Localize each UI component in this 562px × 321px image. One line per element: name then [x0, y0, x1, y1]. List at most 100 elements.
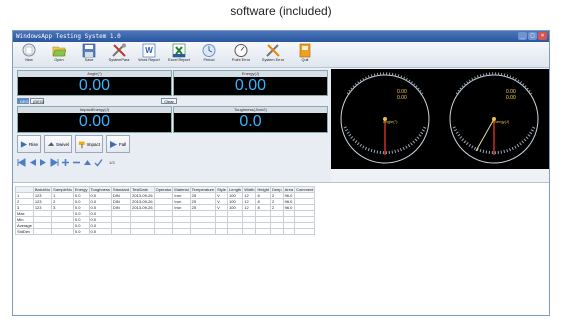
table-cell: 0.0: [88, 228, 112, 235]
table-cell: Average: [15, 222, 34, 229]
table-cell: [32, 228, 53, 235]
rise-button[interactable]: Rise: [17, 135, 41, 153]
toolbar-quit-button[interactable]: Quit: [293, 43, 317, 67]
angle-display-value: 0.00: [78, 77, 111, 94]
previous-record-icon[interactable]: [28, 158, 37, 167]
table-cell: [110, 228, 132, 235]
fall-button[interactable]: Fall: [106, 135, 130, 153]
window-controls: _ □ ×: [518, 32, 547, 40]
table-cell: [215, 228, 229, 235]
table-cell: [130, 228, 155, 235]
angle-gauge-bottom-value: 0.00: [397, 95, 407, 101]
title-bar: WindowsApp Testing System 1.0 _ □ ×: [13, 31, 549, 42]
app-window: WindowsApp Testing System 1.0 _ □ × New …: [12, 30, 550, 316]
table-cell: [242, 228, 257, 235]
period-icon: [202, 44, 216, 57]
swivel-icon: [47, 141, 55, 146]
swivel-button[interactable]: Swivel: [44, 135, 72, 153]
energy-display-value: 0.00: [234, 77, 267, 94]
record-navigation: 1/3: [17, 157, 115, 167]
toolbar-systempara-button[interactable]: SystemPara: [107, 43, 131, 67]
last-record-icon[interactable]: [50, 157, 59, 167]
table-cell: [270, 228, 284, 235]
table-cell: [255, 228, 272, 235]
open-folder-icon: [52, 46, 67, 57]
table-cell: [227, 228, 244, 235]
table-cell: 0.0: [72, 228, 90, 235]
results-table: BatchNo SampleNo Energy Toughness Standard Te…: [15, 186, 316, 235]
toolbar-new-button[interactable]: New: [17, 43, 41, 67]
angle-gauge-dial: 0.00 0.00 Angle(°): [340, 72, 430, 164]
next-record-icon[interactable]: [39, 158, 48, 167]
table-cell: 2013-09-26: [130, 198, 155, 205]
edit-record-icon[interactable]: [83, 158, 92, 167]
toolbar-excel-report-button[interactable]: Excel Report: [167, 43, 191, 67]
minimize-button[interactable]: _: [518, 32, 527, 40]
column-header[interactable]: Temperature: [189, 186, 217, 193]
impact-energy-display: ImpactEnergy(J) 0.00: [17, 106, 172, 133]
new-icon: [22, 43, 36, 57]
impact-button[interactable]: Impact: [75, 135, 103, 153]
column-header[interactable]: Toughness: [88, 186, 112, 193]
column-header[interactable]: SampleNo: [51, 186, 74, 193]
table-cell: [172, 228, 191, 235]
table-cell: [294, 228, 316, 235]
column-header[interactable]: BatchNo: [32, 186, 53, 193]
table-cell: [282, 228, 296, 235]
energy-gauge-dial: 0.00 0.00 Energy(J): [449, 72, 539, 164]
image-caption: software (included): [230, 4, 332, 18]
svg-text:W: W: [145, 46, 153, 55]
column-header[interactable]: Length: [227, 186, 244, 193]
clear-button[interactable]: Clear: [161, 98, 177, 104]
confirm-check-icon[interactable]: [94, 158, 103, 167]
system-error-icon: [266, 44, 280, 57]
save-disk-icon: [82, 43, 96, 58]
toolbar-system-error-button[interactable]: System Error: [261, 43, 285, 67]
toolbar-period-button[interactable]: Period: [197, 43, 221, 67]
column-header[interactable]: Operator: [153, 186, 174, 193]
column-header[interactable]: Height: [255, 186, 272, 193]
column-header[interactable]: Style: [215, 186, 229, 193]
column-header[interactable]: Area: [282, 186, 296, 193]
toolbar-open-button[interactable]: Open: [47, 43, 71, 67]
first-record-icon[interactable]: [17, 157, 26, 167]
delete-record-icon[interactable]: [72, 158, 81, 167]
table-cell: [51, 228, 74, 235]
column-header[interactable]: Standard: [110, 186, 132, 193]
angle-gauge: 0.00 0.00 Angle(°): [331, 69, 440, 169]
impact-hammer-icon: [78, 141, 85, 148]
quit-icon: [299, 43, 311, 58]
table-cell: [189, 228, 217, 235]
table-row[interactable]: StdDev 0.0 0.0: [15, 228, 316, 235]
table-cell: [153, 228, 174, 235]
toolbar-word-report-button[interactable]: W Word Report: [137, 43, 161, 67]
excel-icon: [172, 43, 186, 58]
close-button[interactable]: ×: [538, 32, 547, 40]
tools-icon: [112, 43, 126, 57]
toolbar-save-button[interactable]: Save: [77, 43, 101, 67]
word-icon: W: [142, 43, 156, 58]
tab-deg-paren[interactable]: (DEG): [30, 98, 44, 104]
toolbar-point-error-button[interactable]: Point Error: [229, 43, 253, 67]
column-header[interactable]: Width: [242, 186, 257, 193]
add-record-icon[interactable]: [61, 158, 70, 167]
impact-energy-display-value: 0.00: [78, 113, 111, 130]
maximize-button[interactable]: □: [528, 32, 537, 40]
column-header[interactable]: Energy: [72, 186, 90, 193]
window-title: WindowsApp Testing System 1.0: [16, 33, 121, 40]
table-cell: 2013-09-26: [130, 204, 155, 211]
rise-icon: [20, 140, 28, 148]
energy-gauge: 0.00 0.00 Energy(J): [440, 69, 549, 169]
fall-icon: [110, 140, 117, 148]
table-cell: StdDev: [15, 228, 34, 235]
results-table-area: BatchNo SampleNo Energy Toughness Standard Te…: [13, 182, 549, 315]
page-indicator: 1/3: [109, 159, 115, 165]
column-header[interactable]: Deep: [270, 186, 284, 193]
energy-display: Energy(J) 0.00: [173, 70, 328, 96]
energy-gauge-label: Energy(J): [492, 119, 510, 124]
unit-tabs: DEG (DEG): [17, 98, 177, 104]
column-header[interactable]: Comment: [294, 186, 316, 193]
table-cell: 2013-09-26: [130, 192, 155, 199]
column-header[interactable]: Material: [172, 186, 191, 193]
tab-deg[interactable]: DEG: [17, 98, 29, 104]
